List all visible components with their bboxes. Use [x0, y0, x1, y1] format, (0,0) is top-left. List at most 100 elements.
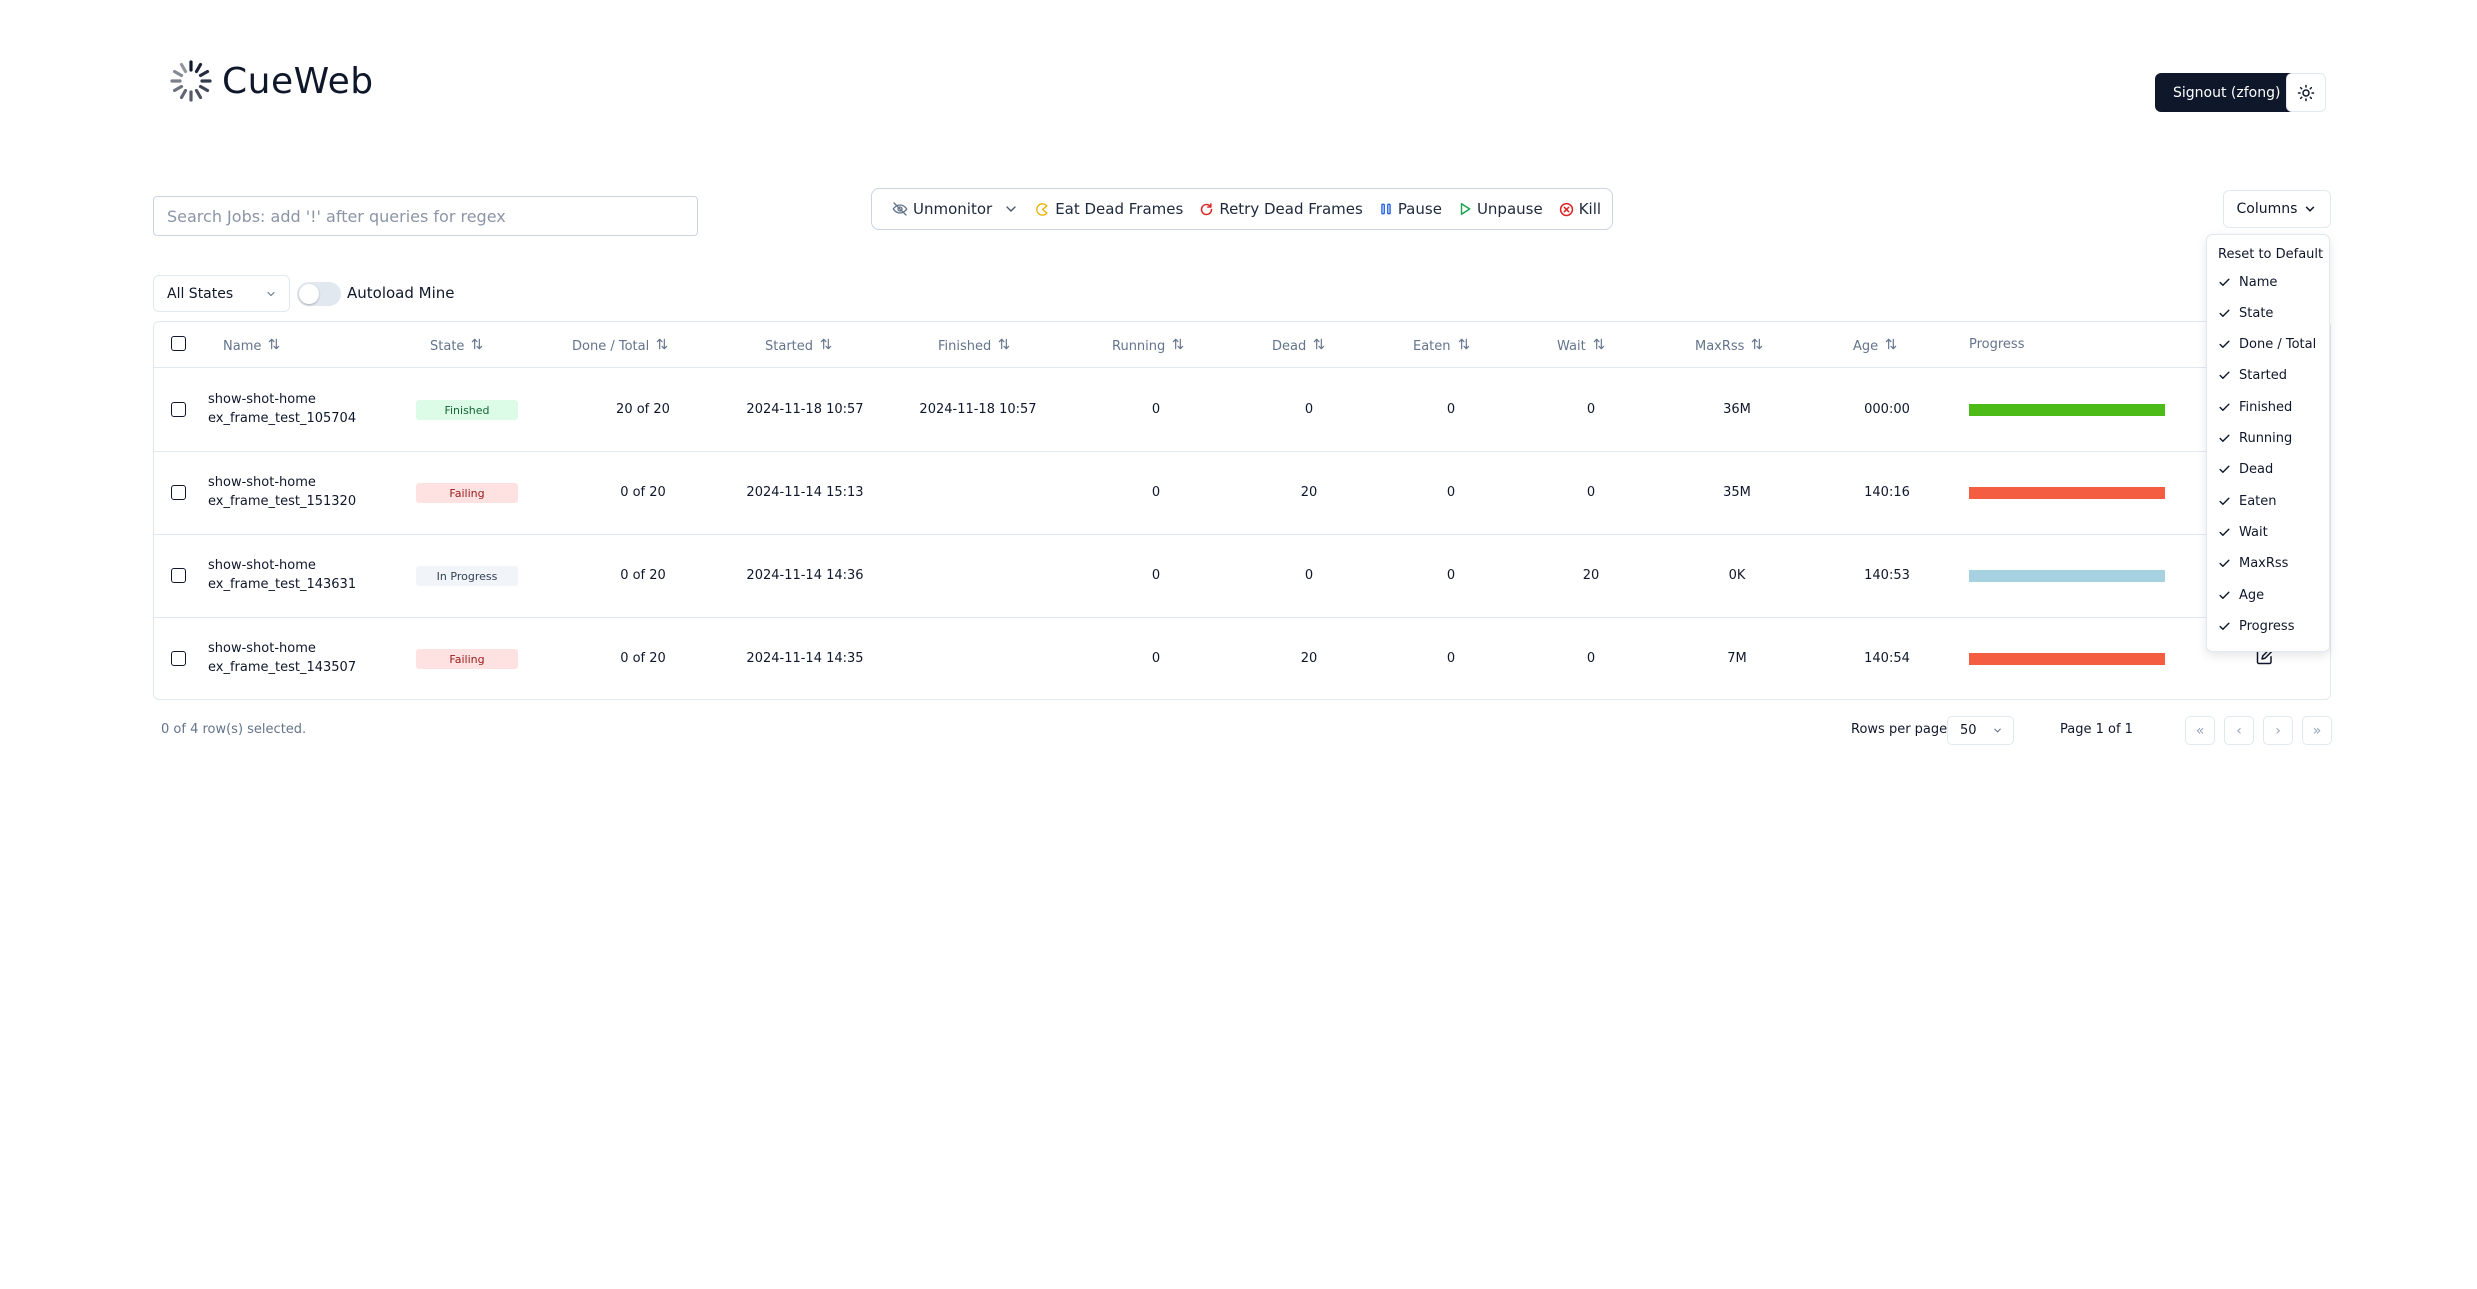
column-toggle-finished[interactable]: Finished [2218, 397, 2292, 417]
cell-eaten: 0 [1446, 651, 1456, 666]
pause-button[interactable]: Pause [1371, 196, 1450, 222]
job-name: show-shot-home ex_frame_test_143631 [208, 556, 356, 594]
cell-dead: 0 [1304, 402, 1314, 417]
cell-started: 2024-11-18 10:57 [746, 402, 864, 417]
retry-icon [1201, 202, 1213, 215]
check-icon [2219, 528, 2230, 536]
header-eaten[interactable]: Eaten [1413, 337, 1471, 355]
header-dead[interactable]: Dead [1272, 337, 1326, 355]
kill-button[interactable]: Kill [1551, 196, 1609, 222]
last-page-button[interactable]: » [2302, 716, 2332, 745]
row-checkbox[interactable] [171, 568, 186, 583]
column-toggle-name[interactable]: Name [2218, 272, 2277, 292]
column-toggle-done-total[interactable]: Done / Total [2218, 335, 2316, 355]
sort-icon [267, 337, 281, 355]
state-filter-select[interactable]: All States [153, 275, 290, 312]
columns-dropdown-menu: Reset to Default Name State Done / Total St… [2206, 234, 2330, 652]
table-row[interactable]: show-shot-home ex_frame_test_143631 In Pro… [154, 535, 2330, 618]
cell-age: 140:53 [1864, 568, 1910, 583]
table-row[interactable]: show-shot-home ex_frame_test_105704 Finish… [154, 369, 2330, 452]
cell-age: 000:00 [1864, 402, 1910, 417]
header-done-total[interactable]: Done / Total [572, 337, 669, 355]
columns-button[interactable]: Columns [2223, 190, 2331, 228]
check-icon [2219, 371, 2230, 380]
cell-eaten: 0 [1446, 402, 1456, 417]
pause-icon [1381, 203, 1391, 215]
rows-per-page-select[interactable]: 50 [1947, 716, 2014, 745]
search-jobs-input[interactable] [153, 196, 698, 236]
job-name-line1: show-shot-home [208, 392, 316, 407]
table-row[interactable]: show-shot-home ex_frame_test_143507 Failin… [154, 618, 2330, 701]
status-badge: Failing [416, 649, 518, 669]
cell-age: 140:54 [1864, 651, 1910, 666]
column-toggle-running[interactable]: Running [2218, 429, 2292, 449]
sort-icon [1171, 337, 1185, 355]
check-icon [2219, 434, 2230, 442]
header-state[interactable]: State [430, 337, 484, 355]
column-toggle-maxrss[interactable]: MaxRss [2218, 554, 2288, 574]
cell-wait: 0 [1586, 485, 1596, 500]
cell-started: 2024-11-14 14:35 [746, 651, 864, 666]
cell-done-total: 0 of 20 [620, 485, 666, 500]
progress-bar [1969, 653, 2165, 665]
unmonitor-button[interactable]: Unmonitor [884, 196, 1027, 222]
app-logo: CueWeb [168, 58, 374, 104]
header-finished[interactable]: Finished [938, 337, 1011, 355]
reset-to-default-item[interactable]: Reset to Default [2218, 247, 2323, 262]
chevron-down-icon [1006, 206, 1016, 212]
cell-maxrss: 35M [1723, 485, 1751, 500]
cell-wait: 0 [1586, 651, 1596, 666]
job-name: show-shot-home ex_frame_test_105704 [208, 390, 356, 428]
header-running[interactable]: Running [1112, 337, 1185, 355]
retry-dead-frames-button[interactable]: Retry Dead Frames [1191, 196, 1370, 222]
eye-off-icon [892, 202, 908, 216]
check-icon [2219, 309, 2230, 317]
header-maxrss[interactable]: MaxRss [1695, 337, 1764, 355]
first-page-button[interactable]: « [2185, 716, 2215, 745]
column-toggle-started[interactable]: Started [2218, 366, 2287, 386]
chevron-down-icon [267, 291, 275, 296]
header-age[interactable]: Age [1853, 337, 1898, 355]
job-name-line2: ex_frame_test_143507 [208, 660, 357, 675]
next-page-button[interactable]: › [2263, 716, 2293, 745]
column-toggle-age[interactable]: Age [2218, 585, 2264, 605]
column-toggle-progress[interactable]: Progress [2218, 616, 2294, 636]
row-checkbox[interactable] [171, 485, 186, 500]
eat-dead-frames-button[interactable]: Eat Dead Frames [1027, 196, 1191, 222]
cell-maxrss: 7M [1727, 651, 1747, 666]
select-all-checkbox[interactable] [171, 336, 186, 351]
header-wait[interactable]: Wait [1557, 337, 1606, 355]
job-name-line1: show-shot-home [208, 558, 316, 573]
header-name[interactable]: Name [223, 337, 281, 355]
column-toggle-label: Started [2239, 368, 2288, 384]
autoload-mine-label: Autoload Mine [347, 284, 455, 302]
unpause-label: Unpause [1476, 200, 1543, 218]
progress-bar [1969, 570, 2165, 582]
column-toggle-wait[interactable]: Wait [2218, 522, 2268, 542]
cell-done-total: 0 of 20 [620, 651, 666, 666]
autoload-mine-toggle[interactable] [297, 282, 341, 306]
rows-per-page-label: Rows per page [1851, 722, 1948, 737]
progress-bar [1969, 487, 2165, 499]
theme-toggle-button[interactable] [2286, 73, 2326, 112]
previous-page-button[interactable]: ‹ [2224, 716, 2254, 745]
column-toggle-dead[interactable]: Dead [2218, 460, 2273, 480]
table-row[interactable]: show-shot-home ex_frame_test_151320 Failin… [154, 452, 2330, 535]
sort-icon [1312, 337, 1326, 355]
job-name-line1: show-shot-home [208, 641, 316, 656]
chevron-down-icon [2306, 206, 2315, 212]
x-circle-icon [1559, 202, 1573, 216]
unpause-button[interactable]: Unpause [1450, 196, 1551, 222]
column-toggle-state[interactable]: State [2218, 303, 2273, 323]
check-icon [2219, 622, 2230, 630]
row-checkbox[interactable] [171, 651, 186, 666]
header-started[interactable]: Started [765, 337, 833, 355]
check-icon [2219, 403, 2230, 411]
job-name: show-shot-home ex_frame_test_143507 [208, 639, 356, 677]
row-checkbox[interactable] [171, 402, 186, 417]
check-icon [2219, 465, 2230, 474]
unmonitor-label: Unmonitor [913, 200, 993, 218]
sort-icon [655, 337, 669, 355]
signout-button[interactable]: Signout (zfong) [2155, 73, 2299, 112]
column-toggle-eaten[interactable]: Eaten [2218, 491, 2277, 511]
